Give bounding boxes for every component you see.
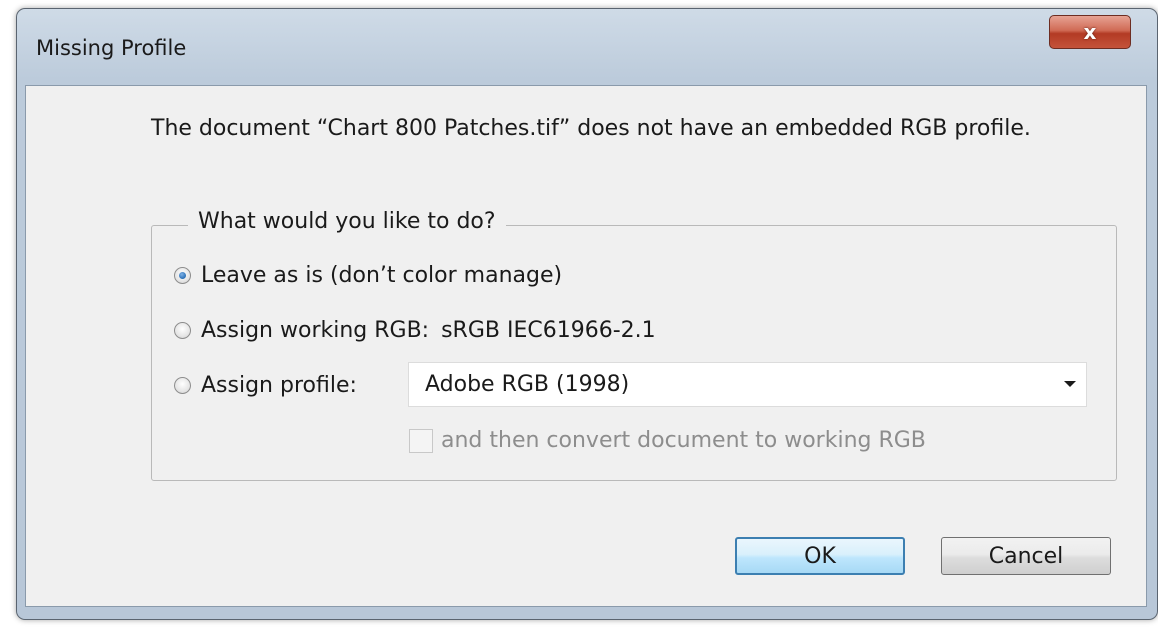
dialog-body: The document “Chart 800 Patches.tif” doe… — [25, 85, 1147, 607]
radio-assign-working-label: Assign working RGB: — [201, 318, 430, 343]
radio-assign-profile[interactable]: Assign profile: — [174, 373, 357, 398]
radio-assign-working-rgb[interactable]: Assign working RGB: sRGB IEC61966-2.1 — [174, 318, 656, 343]
convert-label: and then convert document to working RGB — [441, 428, 926, 453]
options-group-legend: What would you like to do? — [188, 209, 506, 234]
radio-button[interactable] — [174, 377, 191, 394]
convert-checkbox-row: and then convert document to working RGB — [409, 428, 926, 453]
radio-leave-label: Leave as is (don’t color manage) — [201, 263, 563, 288]
chevron-down-icon — [1064, 381, 1076, 387]
working-rgb-value: sRGB IEC61966-2.1 — [441, 318, 656, 343]
radio-button[interactable] — [174, 322, 191, 339]
title-bar[interactable]: Missing Profile x — [17, 9, 1157, 83]
profile-select[interactable]: Adobe RGB (1998) — [408, 362, 1087, 407]
convert-checkbox — [409, 428, 433, 453]
missing-profile-dialog: Missing Profile x The document “Chart 80… — [16, 8, 1158, 620]
radio-assign-profile-label: Assign profile: — [201, 373, 357, 398]
radio-leave-as-is[interactable]: Leave as is (don’t color manage) — [174, 263, 562, 288]
message-text: The document “Chart 800 Patches.tif” doe… — [151, 116, 1031, 141]
close-icon: x — [1083, 20, 1097, 44]
options-group: What would you like to do? Leave as is (… — [151, 209, 1117, 481]
cancel-button[interactable]: Cancel — [941, 537, 1111, 575]
close-button[interactable]: x — [1049, 15, 1131, 49]
radio-button-checked[interactable] — [174, 267, 191, 284]
ok-button[interactable]: OK — [735, 537, 905, 575]
profile-select-value: Adobe RGB (1998) — [425, 372, 630, 397]
dialog-title: Missing Profile — [36, 36, 187, 60]
